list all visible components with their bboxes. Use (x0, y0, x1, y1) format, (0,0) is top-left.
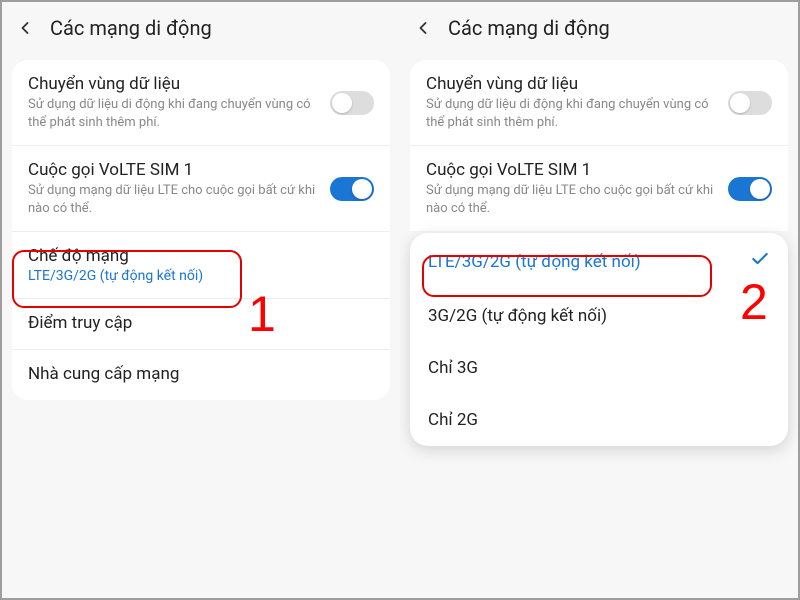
row-apn[interactable]: Điểm truy cập (12, 299, 390, 350)
row-volte[interactable]: Cuộc gọi VoLTE SIM 1 Sử dụng mạng dữ liệ… (410, 146, 788, 231)
roaming-toggle[interactable] (728, 91, 772, 115)
network-mode-dropdown: LTE/3G/2G (tự động kết nối) 3G/2G (tự độ… (410, 233, 788, 446)
check-icon (750, 249, 770, 274)
panel-step-1: Các mạng di động Chuyển vùng dữ liệu Sử … (2, 2, 400, 598)
dropdown-option-3g[interactable]: Chỉ 3G (410, 342, 788, 394)
dropdown-option-label: Chỉ 3G (428, 358, 478, 378)
step-number-1: 1 (248, 285, 276, 343)
dropdown-option-3g2g[interactable]: 3G/2G (tự động kết nối) (410, 290, 788, 342)
row-roaming[interactable]: Chuyển vùng dữ liệu Sử dụng dữ liệu di đ… (12, 60, 390, 146)
header: Các mạng di động (2, 2, 400, 54)
back-icon[interactable] (14, 17, 36, 39)
dropdown-option-label: LTE/3G/2G (tự động kết nối) (428, 252, 641, 272)
network-mode-title: Chế độ mạng (28, 246, 374, 266)
page-title: Các mạng di động (50, 16, 212, 40)
volte-toggle[interactable] (330, 177, 374, 201)
volte-toggle[interactable] (728, 177, 772, 201)
dropdown-option-2g[interactable]: Chỉ 2G (410, 394, 788, 446)
dropdown-option-label: 3G/2G (tự động kết nối) (428, 306, 607, 326)
network-mode-value: LTE/3G/2G (tự động kết nối) (28, 268, 374, 284)
settings-card: Chuyển vùng dữ liệu Sử dụng dữ liệu di đ… (12, 60, 390, 400)
row-roaming[interactable]: Chuyển vùng dữ liệu Sử dụng dữ liệu di đ… (410, 60, 788, 146)
roaming-sub: Sử dụng dữ liệu di động khi đang chuyển … (426, 96, 718, 131)
roaming-sub: Sử dụng dữ liệu di động khi đang chuyển … (28, 96, 320, 131)
provider-title: Nhà cung cấp mạng (28, 364, 374, 384)
volte-sub: Sử dụng mạng dữ liệu LTE cho cuộc gọi bấ… (28, 182, 320, 217)
apn-title: Điểm truy cập (28, 313, 374, 333)
panel-step-2: Các mạng di động Chuyển vùng dữ liệu Sử … (400, 2, 798, 598)
roaming-title: Chuyển vùng dữ liệu (426, 74, 718, 94)
back-icon[interactable] (412, 17, 434, 39)
row-volte[interactable]: Cuộc gọi VoLTE SIM 1 Sử dụng mạng dữ liệ… (12, 146, 390, 232)
step-number-2: 2 (740, 273, 768, 331)
roaming-title: Chuyển vùng dữ liệu (28, 74, 320, 94)
row-provider[interactable]: Nhà cung cấp mạng (12, 350, 390, 400)
dropdown-option-label: Chỉ 2G (428, 410, 478, 430)
roaming-toggle[interactable] (330, 91, 374, 115)
row-network-mode[interactable]: Chế độ mạng LTE/3G/2G (tự động kết nối) (12, 232, 390, 299)
volte-title: Cuộc gọi VoLTE SIM 1 (28, 160, 320, 180)
settings-card-top: Chuyển vùng dữ liệu Sử dụng dữ liệu di đ… (410, 60, 788, 231)
page-title: Các mạng di động (448, 16, 610, 40)
dropdown-option-lte[interactable]: LTE/3G/2G (tự động kết nối) (410, 233, 788, 290)
volte-sub: Sử dụng mạng dữ liệu LTE cho cuộc gọi bấ… (426, 182, 718, 217)
volte-title: Cuộc gọi VoLTE SIM 1 (426, 160, 718, 180)
header: Các mạng di động (400, 2, 798, 54)
